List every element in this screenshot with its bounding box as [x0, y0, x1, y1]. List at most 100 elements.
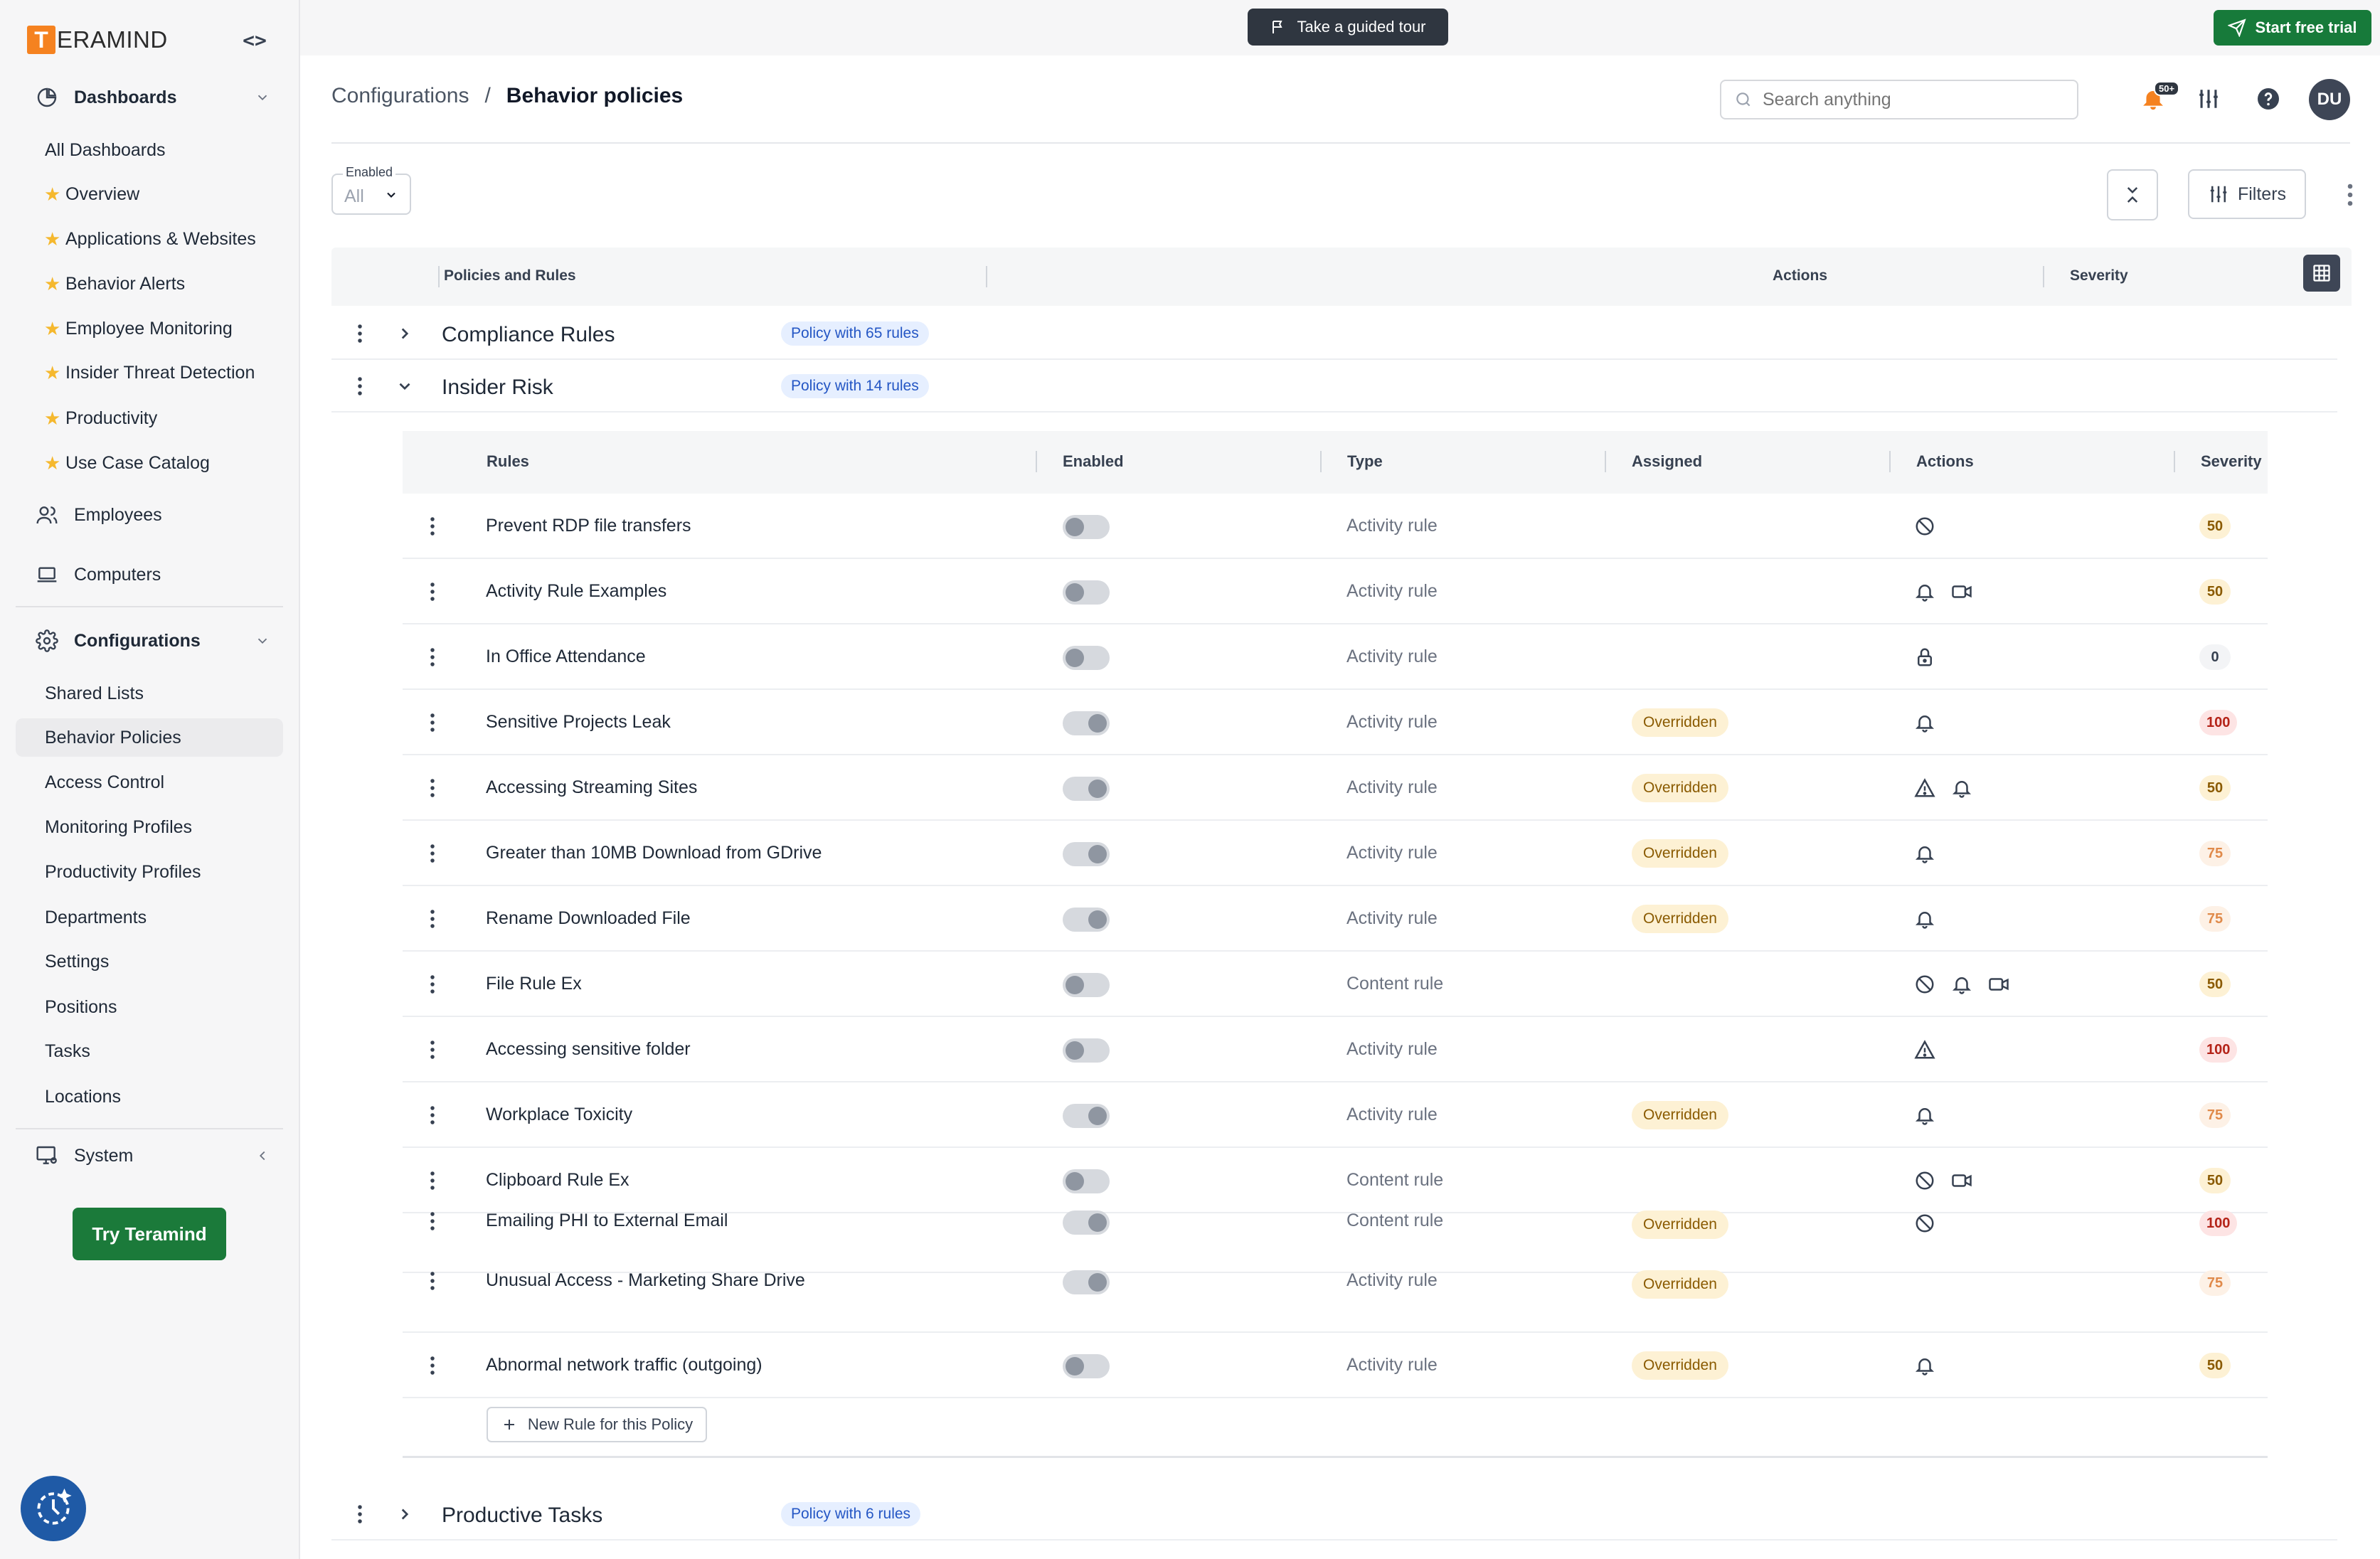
column-header-enabled[interactable]: Enabled	[1063, 452, 1124, 471]
table-row[interactable]: Abnormal network traffic (outgoing) Activ…	[403, 1333, 2268, 1398]
more-vertical-icon[interactable]	[428, 1211, 437, 1232]
new-rule-button[interactable]: New Rule for this Policy	[487, 1407, 707, 1442]
enabled-toggle[interactable]	[1063, 777, 1110, 801]
column-header-actions[interactable]: Actions	[1916, 452, 1974, 471]
sidebar-item-productivity[interactable]: ★ Productivity	[16, 399, 283, 437]
more-vertical-icon[interactable]	[2343, 182, 2357, 208]
search-box[interactable]	[1720, 80, 2078, 119]
table-row[interactable]: In Office Attendance Activity rule 0	[403, 624, 2268, 690]
enabled-toggle[interactable]	[1063, 646, 1110, 670]
sidebar-item-access-control[interactable]: Access Control	[16, 763, 283, 802]
sidebar-item-productivity-profiles[interactable]: Productivity Profiles	[16, 853, 283, 891]
policy-row[interactable]: Insider Risk Policy with 14 rules	[331, 360, 2337, 413]
start-trial-button[interactable]: Start free trial	[2214, 10, 2371, 46]
sidebar-item-behavior-policies[interactable]: Behavior Policies	[16, 718, 283, 757]
chevron-right-icon[interactable]	[395, 1505, 414, 1523]
more-vertical-icon[interactable]	[428, 1270, 437, 1292]
more-vertical-icon[interactable]	[428, 1170, 437, 1191]
enabled-toggle[interactable]	[1063, 1211, 1110, 1235]
enabled-filter-select[interactable]: Enabled All	[331, 165, 411, 215]
more-vertical-icon[interactable]	[428, 1039, 437, 1060]
collapse-all-button[interactable]	[2107, 169, 2158, 220]
table-row[interactable]: Accessing Streaming Sites Activity rule Ov…	[403, 755, 2268, 821]
more-vertical-icon[interactable]	[428, 516, 437, 537]
chevron-down-icon[interactable]	[395, 377, 414, 395]
sidebar-item-use-case-catalog[interactable]: ★ Use Case Catalog	[16, 444, 283, 482]
column-header-severity[interactable]: Severity	[2070, 267, 2128, 284]
notifications-button[interactable]: 50+	[2134, 80, 2180, 118]
sidebar-item-positions[interactable]: Positions	[16, 988, 283, 1026]
enabled-toggle[interactable]	[1063, 1169, 1110, 1193]
column-settings-button[interactable]	[2303, 255, 2340, 292]
column-header-policies-rules[interactable]: Policies and Rules	[444, 267, 576, 284]
table-row[interactable]: Clipboard Rule Ex Content rule 50	[403, 1148, 2268, 1213]
column-header-assigned[interactable]: Assigned	[1632, 452, 1702, 471]
table-row[interactable]: Rename Downloaded File Activity rule Overr…	[403, 886, 2268, 952]
preferences-button[interactable]	[2189, 80, 2228, 118]
more-vertical-icon[interactable]	[356, 1504, 364, 1525]
table-row[interactable]: Greater than 10MB Download from GDrive Ac…	[403, 821, 2268, 886]
sidebar-item-locations[interactable]: Locations	[16, 1078, 283, 1116]
nav-configurations[interactable]: Configurations	[16, 622, 283, 660]
more-vertical-icon[interactable]	[428, 1355, 437, 1376]
sidebar-item-overview[interactable]: ★ Overview	[16, 175, 283, 213]
more-vertical-icon[interactable]	[428, 777, 437, 799]
table-row[interactable]: Unusual Access - Marketing Share Drive Ac…	[403, 1270, 2268, 1333]
nav-computers[interactable]: Computers	[16, 555, 283, 594]
table-row[interactable]: Accessing sensitive folder Activity rule 1…	[403, 1017, 2268, 1082]
enabled-toggle[interactable]	[1063, 973, 1110, 997]
sidebar-item-shared-lists[interactable]: Shared Lists	[16, 674, 283, 713]
sidebar-item-applications-websites[interactable]: ★ Applications & Websites	[16, 220, 283, 258]
enabled-toggle[interactable]	[1063, 1354, 1110, 1378]
nav-dashboards[interactable]: Dashboards	[16, 78, 283, 117]
enabled-toggle[interactable]	[1063, 711, 1110, 735]
enabled-toggle[interactable]	[1063, 908, 1110, 932]
more-vertical-icon[interactable]	[428, 647, 437, 668]
sidebar-item-behavior-alerts[interactable]: ★ Behavior Alerts	[16, 265, 283, 303]
more-vertical-icon[interactable]	[356, 376, 364, 397]
more-vertical-icon[interactable]	[428, 712, 437, 733]
more-vertical-icon[interactable]	[428, 1105, 437, 1126]
column-header-type[interactable]: Type	[1347, 452, 1383, 471]
policy-row[interactable]: Compliance Rules Policy with 65 rules	[331, 307, 2337, 360]
sidebar-item-settings[interactable]: Settings	[16, 942, 283, 981]
column-header-rules[interactable]: Rules	[487, 452, 529, 471]
code-brackets-icon[interactable]: <>	[240, 27, 269, 53]
more-vertical-icon[interactable]	[428, 581, 437, 602]
sidebar-item-departments[interactable]: Departments	[16, 898, 283, 937]
assistant-launcher[interactable]	[21, 1476, 86, 1541]
sidebar-item-all-dashboards[interactable]: All Dashboards	[16, 131, 283, 169]
enabled-toggle[interactable]	[1063, 1104, 1110, 1128]
guided-tour-button[interactable]: Take a guided tour	[1248, 9, 1448, 46]
nav-employees[interactable]: Employees	[16, 496, 283, 534]
user-avatar[interactable]: DU	[2309, 79, 2350, 120]
column-header-severity[interactable]: Severity	[2201, 452, 2262, 471]
sidebar-item-tasks[interactable]: Tasks	[16, 1032, 283, 1070]
table-row[interactable]: Workplace Toxicity Activity rule Overridde…	[403, 1082, 2268, 1148]
sidebar-item-insider-threat-detection[interactable]: ★ Insider Threat Detection	[16, 353, 283, 392]
table-row[interactable]: Prevent RDP file transfers Activity rule 5…	[403, 494, 2268, 559]
search-input[interactable]	[1763, 89, 2061, 110]
enabled-toggle[interactable]	[1063, 1270, 1110, 1294]
enabled-toggle[interactable]	[1063, 842, 1110, 866]
more-vertical-icon[interactable]	[356, 323, 364, 344]
enabled-toggle[interactable]	[1063, 1038, 1110, 1063]
more-vertical-icon[interactable]	[428, 843, 437, 864]
enabled-toggle[interactable]	[1063, 515, 1110, 539]
policy-row[interactable]: Productive Tasks Policy with 6 rules	[331, 1488, 2337, 1541]
table-row[interactable]: File Rule Ex Content rule 50	[403, 952, 2268, 1017]
breadcrumb-parent[interactable]: Configurations	[331, 84, 469, 108]
column-header-actions[interactable]: Actions	[1773, 267, 1827, 284]
table-row[interactable]: Activity Rule Examples Activity rule 50	[403, 559, 2268, 624]
try-teramind-button[interactable]: Try Teramind	[73, 1208, 226, 1260]
filters-button[interactable]: Filters	[2188, 169, 2306, 219]
chevron-right-icon[interactable]	[395, 324, 414, 343]
sidebar-item-monitoring-profiles[interactable]: Monitoring Profiles	[16, 808, 283, 846]
nav-system[interactable]: System	[16, 1137, 283, 1175]
table-row[interactable]: Sensitive Projects Leak Activity rule Over…	[403, 690, 2268, 755]
teramind-logo[interactable]: T ERAMIND	[27, 26, 168, 54]
more-vertical-icon[interactable]	[428, 908, 437, 930]
help-button[interactable]	[2249, 80, 2288, 118]
table-row[interactable]: Emailing PHI to External Email Content ru…	[403, 1211, 2268, 1273]
more-vertical-icon[interactable]	[428, 974, 437, 995]
